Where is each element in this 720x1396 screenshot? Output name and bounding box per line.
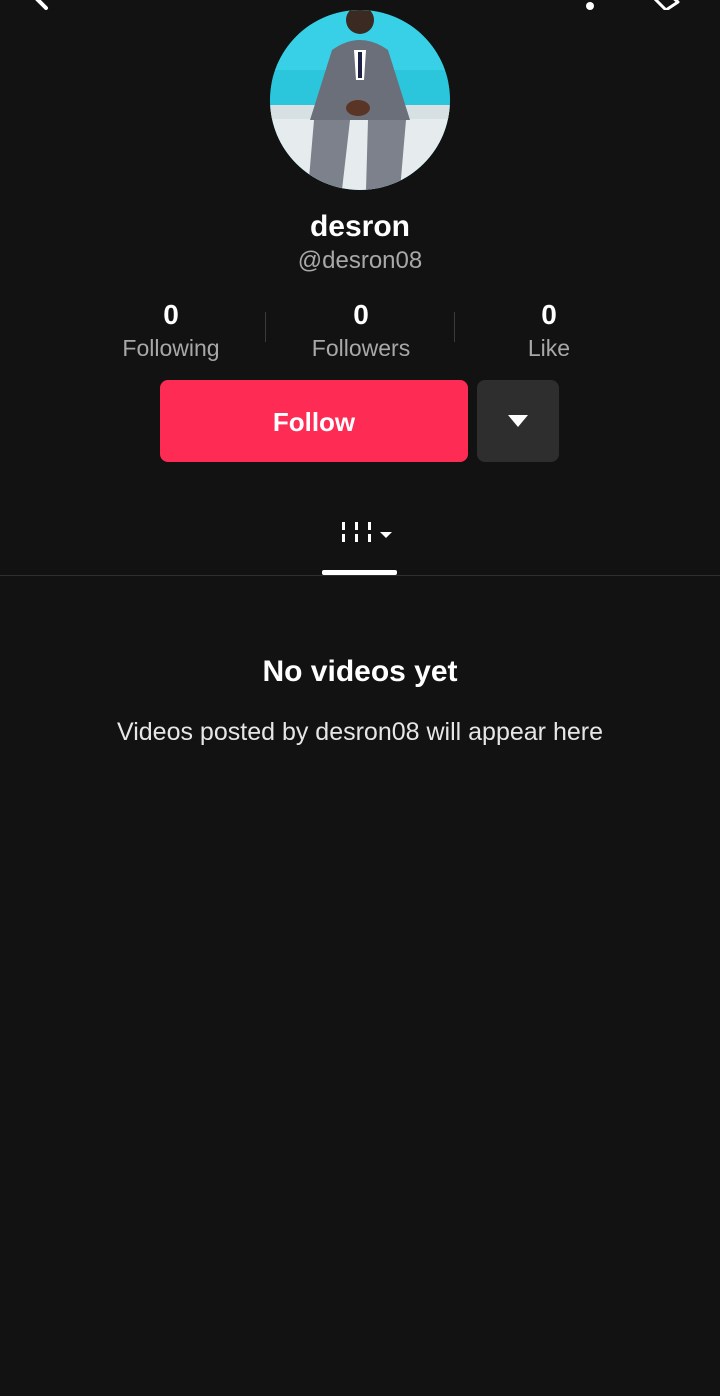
videos-grid-icon xyxy=(342,522,392,542)
display-name: desron xyxy=(309,210,411,243)
more-options-button[interactable] xyxy=(477,380,559,462)
profile-stats: 0 Following 0 Followers 0 Like xyxy=(76,296,644,366)
bell-icon[interactable] xyxy=(570,0,610,10)
stat-value: 0 xyxy=(541,299,557,330)
stat-label: Followers xyxy=(311,335,411,361)
tab-videos[interactable] xyxy=(322,510,398,576)
caret-down-icon xyxy=(508,415,528,427)
back-icon[interactable] xyxy=(22,0,62,10)
tab-divider xyxy=(0,575,720,576)
follow-button[interactable]: Follow xyxy=(160,380,468,462)
stat-following[interactable]: 0 Following xyxy=(76,296,266,362)
username: @desron08 xyxy=(297,247,423,274)
share-icon[interactable] xyxy=(644,0,684,12)
avatar[interactable] xyxy=(270,10,450,190)
stat-likes[interactable]: 0 Like xyxy=(454,296,644,362)
empty-state-subtitle: Videos posted by desron08 will appear he… xyxy=(117,718,603,746)
stat-label: Like xyxy=(527,335,571,361)
empty-state-title: No videos yet xyxy=(262,655,458,688)
stat-followers[interactable]: 0 Followers xyxy=(266,296,456,362)
stat-value: 0 xyxy=(353,299,369,330)
stat-label: Following xyxy=(122,335,220,361)
stat-value: 0 xyxy=(163,299,179,330)
